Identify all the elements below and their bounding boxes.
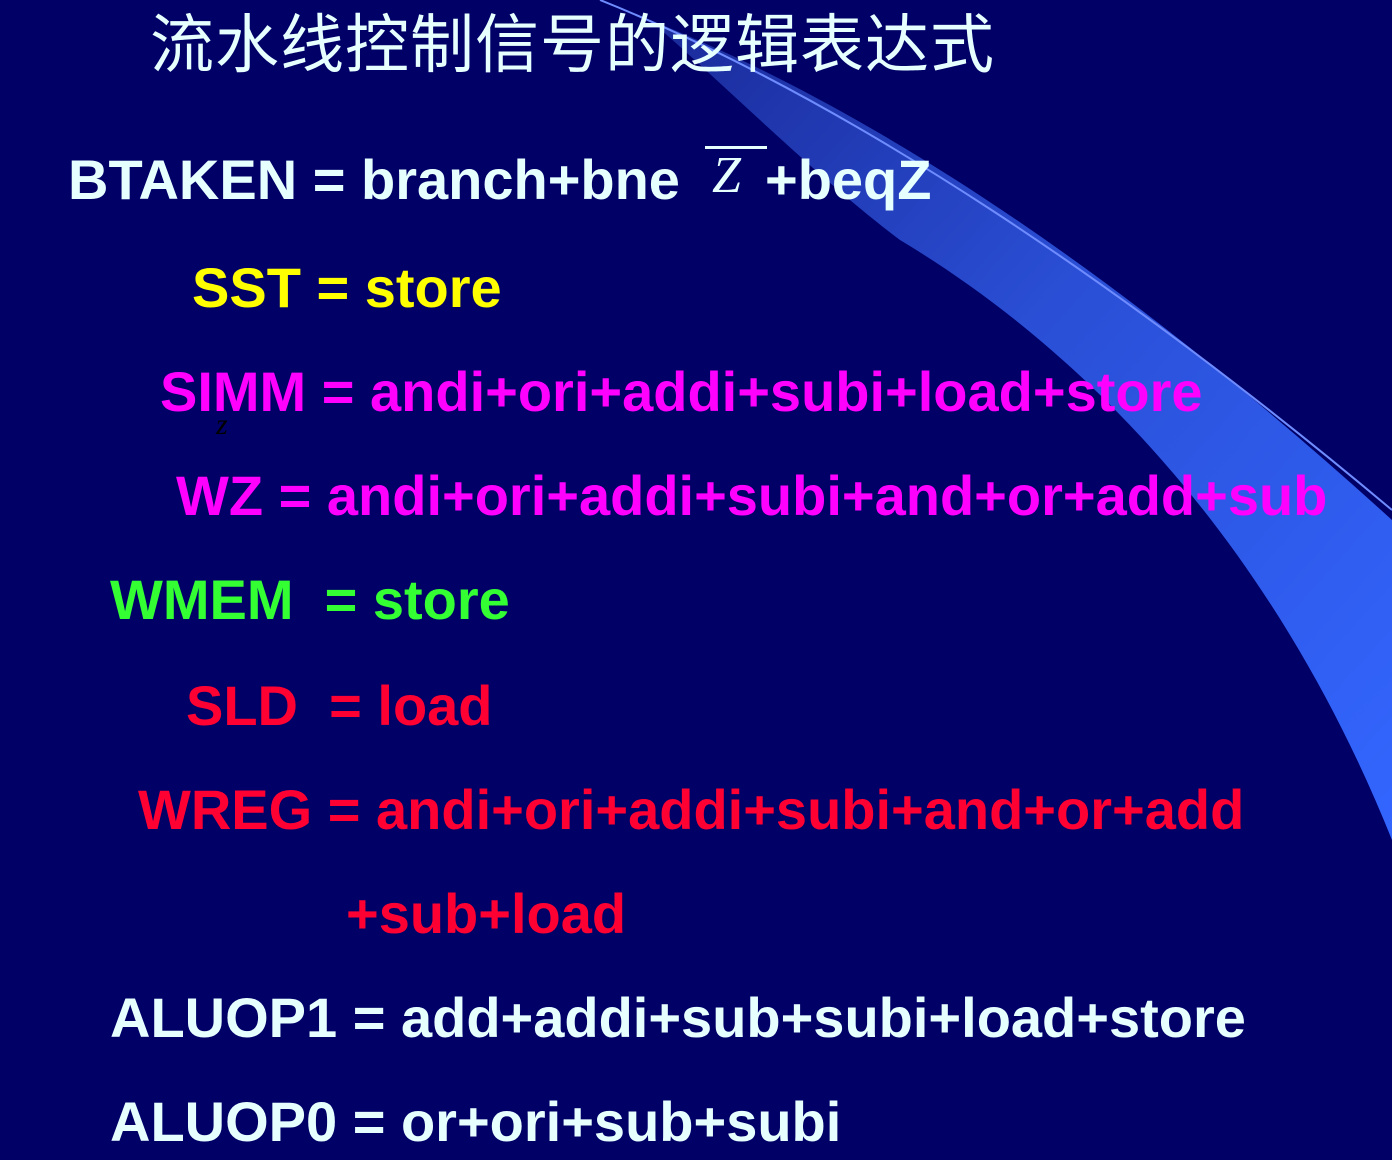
equation-wreg-line1: WREG = andi+ori+addi+subi+and+or+add [138, 778, 1245, 841]
equation-sst: SST = store [192, 256, 502, 319]
stray-z-symbol: z [216, 408, 228, 441]
equation-simm: SIMM = andi+ori+addi+subi+load+store [160, 360, 1203, 423]
equation-btaken-prefix: BTAKEN = branch+bne [68, 148, 680, 211]
equation-sld: SLD = load [186, 674, 493, 737]
z-complement: Z [712, 147, 741, 204]
slide: 流水线控制信号的逻辑表达式 BTAKEN = branch+bne Z +beq… [0, 0, 1392, 1160]
equation-wmem: WMEM = store [110, 568, 510, 631]
equation-btaken-suffix: +beqZ [765, 148, 932, 211]
swoosh-shape [650, 20, 1392, 840]
equation-btaken: BTAKEN = branch+bne [68, 148, 680, 212]
equation-aluop1: ALUOP1 = add+addi+sub+subi+load+store [110, 986, 1246, 1049]
equation-wreg-line2: +sub+load [346, 882, 627, 945]
page-title: 流水线控制信号的逻辑表达式 [150, 9, 995, 83]
equation-wz: WZ = andi+ori+addi+subi+and+or+add+sub [176, 464, 1328, 527]
equation-aluop0: ALUOP0 = or+ori+sub+subi [110, 1090, 842, 1153]
